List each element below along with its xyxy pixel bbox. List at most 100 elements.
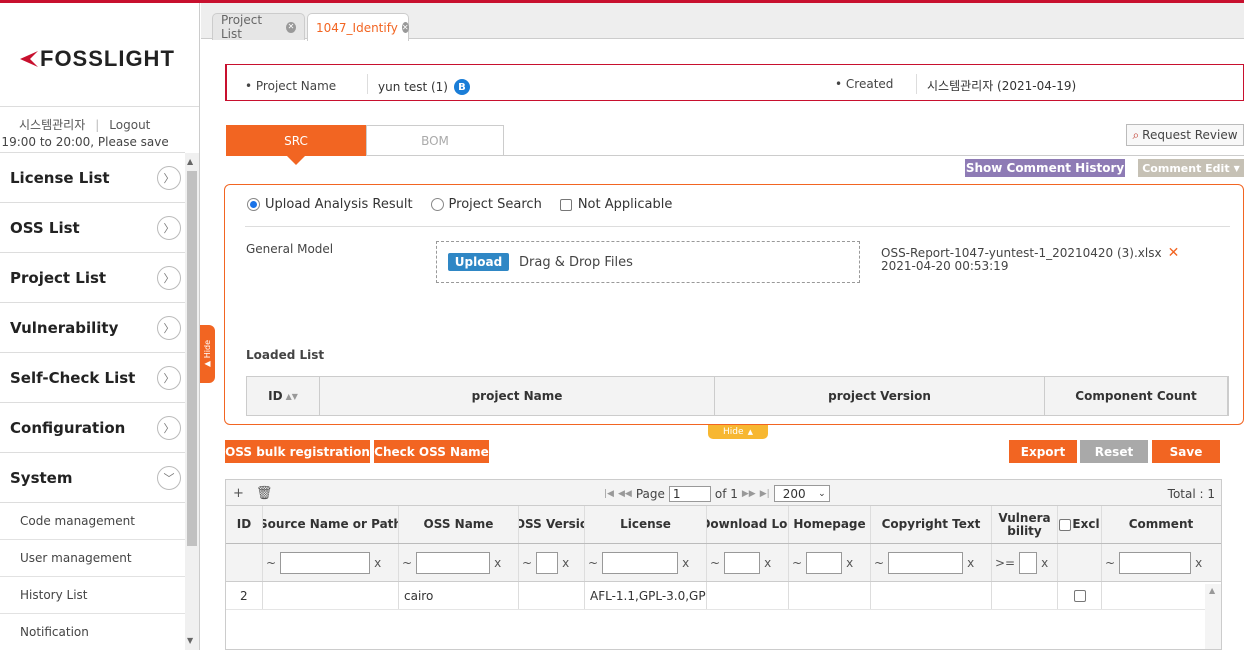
upload-button[interactable]: Upload [448,253,509,271]
clear-filter-icon[interactable]: x [1041,556,1048,570]
export-button[interactable]: Export [1009,440,1077,463]
sidebar-subitem-notification[interactable]: Notification [0,614,185,650]
chevron-right-icon[interactable]: 〉 [157,365,181,390]
select-all-checkbox[interactable] [1059,518,1072,531]
column-header-id[interactable]: ID ▲▼ [247,377,320,415]
clear-filter-icon[interactable]: x [374,556,381,570]
comment-edit-button[interactable]: Comment Edit ▼ [1138,159,1244,177]
sort-icon[interactable]: ▲▼ [286,392,298,401]
grid-scrollbar[interactable]: ▲ [1205,584,1221,649]
column-header-project-version[interactable]: project Version [715,377,1045,415]
cell-comment[interactable] [1102,582,1204,609]
tab-src[interactable]: SRC [226,125,366,156]
tab-1047-identify[interactable]: 1047_Identify ✕ [307,13,409,41]
sidebar-subitem-history-list[interactable]: History List [0,577,185,614]
clear-filter-icon[interactable]: x [967,556,974,570]
column-header-exclude[interactable]: Excl [1058,506,1102,543]
filter-input[interactable] [280,551,371,574]
sidebar-item-license-list[interactable]: License List 〉 [0,152,185,202]
check-oss-name-button[interactable]: Check OSS Name [374,440,489,463]
column-header-copyright[interactable]: Copyright Text [871,506,992,543]
column-header-license[interactable]: License [585,506,707,543]
chevron-down-icon[interactable]: ﹀ [157,465,181,490]
column-header-source-name[interactable]: Source Name or Path [263,506,399,543]
tab-bom[interactable]: BOM [366,125,504,156]
oss-bulk-registration-button[interactable]: OSS bulk registration [225,440,370,463]
clear-filter-icon[interactable]: x [764,556,771,570]
filter-input[interactable] [1119,551,1192,574]
filter-input[interactable] [724,551,761,574]
close-icon[interactable]: ✕ [285,21,296,33]
add-icon[interactable]: + [233,486,244,501]
cell-license[interactable]: AFL-1.1,GPL-3.0,GPL-2 [585,582,707,609]
reset-button[interactable]: Reset [1080,440,1148,463]
filter-input[interactable] [1019,551,1038,574]
first-page-icon[interactable]: |◀ [604,489,614,499]
sidebar-item-vulnerability[interactable]: Vulnerability 〉 [0,302,185,352]
sidebar-item-system[interactable]: System ﹀ [0,452,185,502]
cell-source-name[interactable] [263,582,399,609]
filter-input[interactable] [536,551,559,574]
file-name[interactable]: OSS-Report-1047-yuntest-1_20210420 (3).x… [881,246,1162,260]
close-icon[interactable]: ✕ [401,22,409,33]
filter-input[interactable] [888,551,964,574]
cell-homepage[interactable] [789,582,871,609]
chevron-right-icon[interactable]: 〉 [157,165,181,190]
sidebar-subitem-code-management[interactable]: Code management [0,503,185,540]
next-page-icon[interactable]: ▶▶ [742,489,756,499]
scroll-up-icon[interactable]: ▲ [1209,586,1215,595]
filter-input[interactable] [806,551,843,574]
last-page-icon[interactable]: ▶| [760,489,770,499]
clear-filter-icon[interactable]: x [494,556,501,570]
table-row[interactable]: 2 cairo AFL-1.1,GPL-3.0,GPL-2 [226,582,1221,610]
radio-icon[interactable] [430,198,444,211]
sidebar-subitem-user-management[interactable]: User management [0,540,185,577]
column-header-project-name[interactable]: project Name [320,377,715,415]
sidebar-item-project-list[interactable]: Project List 〉 [0,252,185,302]
sidebar-scroll-thumb[interactable] [187,171,197,546]
chevron-right-icon[interactable]: 〉 [157,415,181,440]
clear-filter-icon[interactable]: x [682,556,689,570]
clear-filter-icon[interactable]: x [1195,556,1202,570]
cell-oss-name[interactable]: cairo [399,582,519,609]
chevron-right-icon[interactable]: 〉 [157,215,181,240]
scroll-down-icon[interactable]: ▼ [187,636,193,645]
option-project-search[interactable]: Project Search [430,197,542,212]
cell-vulnerability[interactable] [992,582,1058,609]
request-review-button[interactable]: ⌕ Request Review [1126,124,1244,146]
radio-selected-icon[interactable] [247,198,260,211]
option-upload-analysis[interactable]: Upload Analysis Result [247,197,413,212]
sidebar-hide-toggle[interactable]: Hide ◀ [200,325,215,383]
rows-per-page-select[interactable]: 200 ⌄ [773,485,830,502]
sidebar-item-oss-list[interactable]: OSS List 〉 [0,202,185,252]
logo[interactable]: FOSSLIGHT [20,46,175,71]
cell-copyright[interactable] [871,582,992,609]
column-header-oss-version[interactable]: OSS Versio [519,506,585,543]
column-header-oss-name[interactable]: OSS Name [399,506,519,543]
cell-download-location[interactable] [707,582,789,609]
save-button[interactable]: Save [1152,440,1220,463]
column-header-homepage[interactable]: Homepage [789,506,871,543]
chevron-right-icon[interactable]: 〉 [157,265,181,290]
tab-project-list[interactable]: Project List ✕ [212,13,305,41]
filter-input[interactable] [602,551,679,574]
column-header-id[interactable]: ID [226,506,263,543]
sidebar-item-self-check-list[interactable]: Self-Check List 〉 [0,352,185,402]
cell-oss-version[interactable] [519,582,585,609]
trash-icon[interactable]: 🗑 [256,486,273,501]
clear-filter-icon[interactable]: x [846,556,853,570]
prev-page-icon[interactable]: ◀◀ [618,489,632,499]
column-header-download-location[interactable]: Download Loc [707,506,789,543]
option-not-applicable[interactable]: Not Applicable [559,197,672,212]
clear-filter-icon[interactable]: x [562,556,569,570]
show-comment-history-button[interactable]: Show Comment History [965,159,1125,177]
column-header-vulnerability[interactable]: Vulnera bility [992,506,1058,543]
filter-input[interactable] [416,551,491,574]
checkbox[interactable] [559,198,572,211]
column-header-comment[interactable]: Comment [1102,506,1220,543]
panel-hide-toggle[interactable]: Hide ▲ [708,425,768,439]
sidebar-item-configuration[interactable]: Configuration 〉 [0,402,185,452]
scroll-up-icon[interactable]: ▲ [187,157,193,166]
page-input[interactable]: 1 [668,485,711,502]
file-dropzone[interactable]: Upload Drag & Drop Files [436,241,860,283]
